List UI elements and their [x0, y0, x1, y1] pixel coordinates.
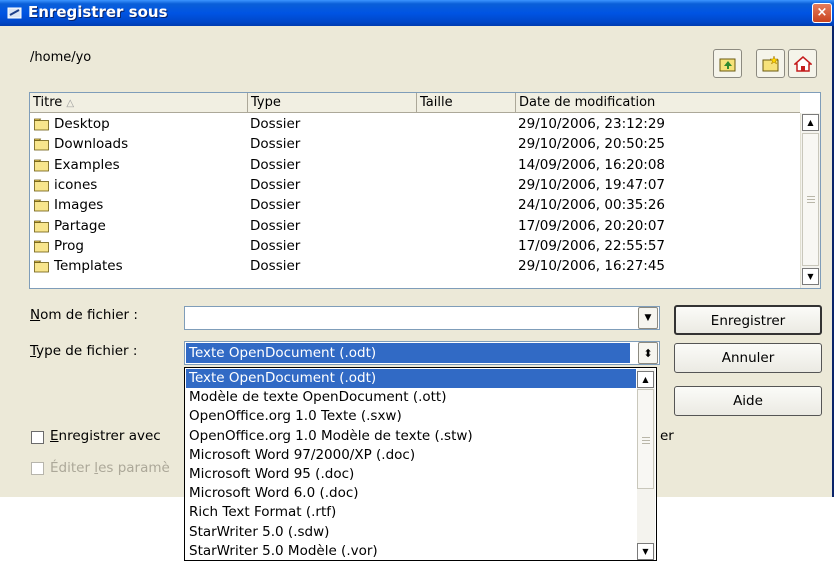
file-type: Dossier: [250, 156, 301, 173]
file-row[interactable]: Downloads Dossier 29/10/2006, 20:50:25: [30, 134, 800, 154]
filetype-option[interactable]: StarWriter 5.0 Modèle (.vor): [186, 542, 636, 560]
filetype-option[interactable]: OpenOffice.org 1.0 Texte (.sxw): [186, 407, 636, 426]
file-row[interactable]: Desktop Dossier 29/10/2006, 23:12:29: [30, 114, 800, 134]
new-folder-button[interactable]: [756, 49, 785, 78]
column-header-date[interactable]: Date de modification: [516, 93, 800, 112]
chevron-down-icon: ▼: [644, 313, 652, 323]
folder-icon: [34, 138, 49, 151]
scroll-down-icon: ▼: [807, 272, 814, 281]
file-row[interactable]: Images Dossier 24/10/2006, 00:35:26: [30, 195, 800, 215]
file-name: Images: [54, 197, 104, 214]
filename-history-dropdown[interactable]: ▼: [638, 307, 658, 329]
edit-filter-settings-checkbox[interactable]: [31, 462, 44, 475]
home-icon: [794, 56, 812, 72]
list-scroll-up-button[interactable]: ▲: [637, 371, 654, 388]
file-type: Dossier: [250, 258, 301, 275]
file-list-scrollbar[interactable]: ▲ ▼: [800, 113, 820, 288]
filetype-option[interactable]: Microsoft Word 6.0 (.doc): [186, 484, 636, 503]
close-button[interactable]: ×: [812, 3, 832, 23]
save-button[interactable]: Enregistrer: [674, 305, 822, 335]
title-bar[interactable]: Enregistrer sous ×: [0, 0, 834, 26]
filename-input[interactable]: ▼: [184, 306, 660, 330]
filetype-option[interactable]: Rich Text Format (.rtf): [186, 503, 636, 522]
cancel-button[interactable]: Annuler: [674, 343, 822, 373]
file-type: Dossier: [250, 197, 301, 214]
home-folder-button[interactable]: [788, 49, 817, 78]
file-date: 17/09/2006, 22:55:57: [518, 237, 666, 254]
scroll-down-button[interactable]: ▼: [802, 268, 819, 285]
file-row[interactable]: Partage Dossier 17/09/2006, 20:20:07: [30, 216, 800, 236]
filetype-option[interactable]: OpenOffice.org 1.0 Modèle de texte (.stw…: [186, 427, 636, 446]
save-with-password-checkbox[interactable]: [31, 431, 44, 444]
file-type: Dossier: [250, 176, 301, 193]
column-header-size[interactable]: Taille: [417, 93, 516, 112]
list-scroll-thumb[interactable]: [637, 389, 654, 489]
file-type: Dossier: [250, 217, 301, 234]
sort-ascending-icon: △: [66, 98, 75, 109]
scroll-thumb[interactable]: [802, 133, 819, 266]
list-scroll-down-button[interactable]: ▼: [637, 543, 654, 560]
filetype-option[interactable]: Microsoft Word 95 (.doc): [186, 465, 636, 484]
save-with-password-label-tail: er: [660, 428, 674, 444]
file-row[interactable]: Templates Dossier 29/10/2006, 16:27:45: [30, 256, 800, 276]
file-date: 29/10/2006, 20:50:25: [518, 136, 666, 153]
filetype-label: Type de fichier :: [30, 343, 138, 359]
file-row[interactable]: icones Dossier 29/10/2006, 19:47:07: [30, 175, 800, 195]
file-type: Dossier: [250, 237, 301, 254]
column-header-type[interactable]: Type: [248, 93, 417, 112]
folder-icon: [34, 179, 49, 192]
file-name: Partage: [54, 217, 106, 234]
file-list-header: Titre △ Type Taille Date de modification: [30, 93, 800, 113]
filename-label: Nom de fichier :: [30, 307, 138, 323]
folder-icon: [34, 199, 49, 212]
help-button[interactable]: Aide: [674, 386, 822, 416]
filetype-list-scrollbar[interactable]: ▲ ▼: [637, 369, 655, 560]
column-header-title[interactable]: Titre △: [30, 93, 248, 112]
file-name: Templates: [54, 258, 123, 275]
close-icon: ×: [816, 5, 828, 20]
window-title: Enregistrer sous: [28, 3, 168, 21]
file-name: Downloads: [54, 136, 129, 153]
folder-icon: [34, 159, 49, 171]
file-date: 14/09/2006, 16:20:08: [518, 156, 666, 173]
file-name: Desktop: [54, 116, 110, 132]
filetype-option[interactable]: Modèle de texte OpenDocument (.ott): [186, 388, 636, 407]
scroll-up-icon: ▲: [807, 118, 814, 127]
file-list[interactable]: Titre △ Type Taille Date de modification …: [29, 92, 821, 289]
file-type: Dossier: [250, 136, 301, 153]
scroll-down-icon: ▼: [642, 547, 649, 556]
new-folder-icon: [762, 55, 779, 72]
edit-filter-settings-label: Éditer les paramè: [50, 460, 170, 476]
file-name: Prog: [54, 237, 84, 254]
file-row[interactable]: Prog Dossier 17/09/2006, 22:55:57: [30, 236, 800, 256]
file-row[interactable]: Examples Dossier 14/09/2006, 16:20:08: [30, 155, 800, 175]
file-name: Examples: [54, 156, 120, 173]
folder-icon: [34, 260, 49, 273]
filetype-option[interactable]: Microsoft Word 97/2000/XP (.doc): [186, 446, 636, 465]
file-date: 29/10/2006, 16:27:45: [518, 258, 666, 275]
filetype-dropdown-list[interactable]: Texte OpenDocument (.odt) Modèle de texte…: [184, 367, 657, 561]
scroll-up-icon: ▲: [642, 375, 649, 384]
file-date: 24/10/2006, 00:35:26: [518, 197, 666, 214]
updown-arrows-icon: ⬍: [643, 347, 653, 360]
folder-icon: [34, 240, 49, 253]
folder-up-icon: [719, 58, 736, 72]
filetype-select[interactable]: Texte OpenDocument (.odt) ⬍: [184, 341, 660, 365]
file-name: icones: [54, 176, 98, 193]
filetype-selected-value: Texte OpenDocument (.odt): [186, 343, 630, 363]
scroll-up-button[interactable]: ▲: [802, 114, 819, 131]
file-date: 29/10/2006, 19:47:07: [518, 176, 666, 193]
app-icon: [7, 7, 22, 19]
current-path: /home/yo: [30, 50, 92, 65]
file-type: Dossier: [250, 116, 301, 132]
filetype-option[interactable]: Texte OpenDocument (.odt): [186, 369, 636, 388]
file-date: 17/09/2006, 20:20:07: [518, 217, 666, 234]
filetype-spin-button[interactable]: ⬍: [638, 342, 658, 364]
file-date: 29/10/2006, 23:12:29: [518, 116, 666, 132]
parent-folder-button[interactable]: [713, 49, 742, 78]
filetype-option[interactable]: StarWriter 5.0 (.sdw): [186, 523, 636, 542]
folder-icon: [34, 220, 49, 232]
save-with-password-label: Enregistrer avec: [50, 428, 161, 444]
folder-icon: [34, 118, 49, 131]
